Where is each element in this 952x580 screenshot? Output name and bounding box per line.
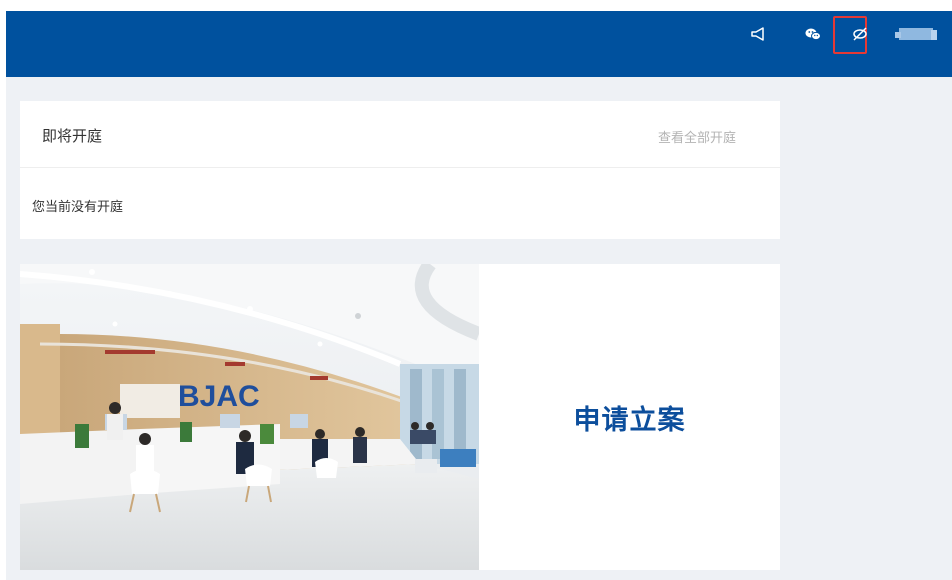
view-all-court-link[interactable]: 查看全部开庭 — [658, 127, 736, 146]
upcoming-court-card: 即将开庭 查看全部开庭 您当前没有开庭 — [20, 101, 780, 239]
apply-case-label[interactable]: 申请立案 — [479, 264, 780, 570]
eye-off-icon[interactable] — [850, 24, 870, 44]
service-hall-photo: BJAC — [20, 264, 479, 570]
top-margin — [0, 0, 952, 11]
top-header-bar — [6, 11, 952, 77]
photo-sign-text: BJAC — [178, 380, 260, 413]
wechat-icon[interactable] — [803, 24, 823, 44]
user-avatar[interactable] — [895, 26, 939, 42]
apply-case-card[interactable]: BJAC 申请立案 — [20, 264, 780, 570]
notice-icon[interactable] — [748, 24, 768, 44]
court-empty-message: 您当前没有开庭 — [32, 200, 124, 215]
court-card-title: 即将开庭 — [42, 127, 103, 145]
divider — [20, 167, 780, 168]
